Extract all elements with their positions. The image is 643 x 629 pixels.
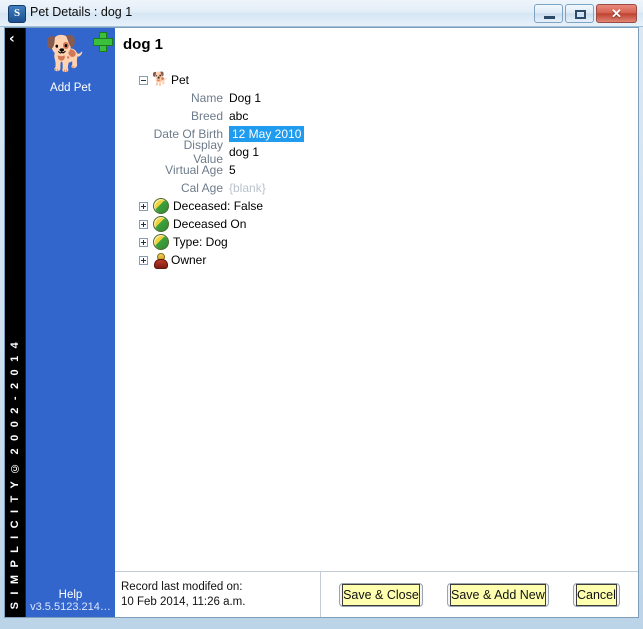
expand-expander-icon[interactable] [139,201,148,211]
tree-node-label: Owner [171,253,207,267]
save-close-button-wrap[interactable]: Save & Close [339,582,423,607]
expand-expander-icon[interactable] [139,237,148,247]
pet-details-window: S Pet Details : dog 1 ✕ ‹ S I M P L I C … [0,0,643,629]
action-button-bar: Save & Close Save & Add New Cancel [321,582,638,607]
modified-label: Record last modifed on: [121,580,243,593]
window-title: Pet Details : dog 1 [30,5,133,19]
maximize-button[interactable] [565,4,594,23]
person-node-icon [153,253,168,269]
cancel-button[interactable]: Cancel [575,583,617,606]
record-modified-info: Record last modifed on: 10 Feb 2014, 11:… [115,572,321,617]
footer-bar: Record last modifed on: 10 Feb 2014, 11:… [115,571,638,617]
field-row[interactable]: Cal Age {blank} [115,179,638,197]
tree-node-type[interactable]: Type: Dog [115,233,638,251]
collapse-expander-icon[interactable] [139,75,148,85]
maximize-icon [575,10,586,19]
plus-badge-icon [92,32,113,52]
field-label: Breed [190,109,223,123]
dog-icon: 🐕 [44,34,87,74]
tree-node-owner[interactable]: Owner [115,251,638,269]
field-label: Name [190,91,223,105]
expand-expander-icon[interactable] [139,219,148,229]
add-pet-button[interactable]: 🐕 Add Pet [26,32,115,94]
sidebar-footer: Help v3.5.5123.214… [26,589,115,613]
sphere-node-icon [153,234,169,250]
client-area: ‹ S I M P L I C I T Y © 2 0 0 2 - 2 0 1 … [4,27,639,618]
sidebar-rail: ‹ S I M P L I C I T Y © 2 0 0 2 - 2 0 1 … [5,28,26,617]
field-label: Virtual Age [165,163,223,177]
help-link[interactable]: Help [26,589,115,601]
sphere-node-icon [153,216,169,232]
save-close-button[interactable]: Save & Close [342,583,420,606]
field-value[interactable]: abc [229,109,248,123]
field-value-blank[interactable]: {blank} [229,181,266,195]
tree-child-nodes: Deceased: False Deceased On Type: Dog Ow… [115,197,638,269]
field-label: Display Value [183,138,223,166]
modified-value: 10 Feb 2014, 11:26 a.m. [121,595,246,608]
close-button[interactable]: ✕ [596,4,637,23]
tree-node-label: Deceased On [173,217,247,231]
branding-vertical-text: S I M P L I C I T Y © 2 0 0 2 - 2 0 1 4 [9,339,21,609]
field-value-selected[interactable]: 12 May 2010 [229,126,305,142]
add-pet-label: Add Pet [50,82,91,94]
pet-tree: 🐕 Pet Name Dog 1 Breed abc Date Of Birth [115,53,638,571]
title-bar: S Pet Details : dog 1 ✕ [0,0,643,27]
dog-node-icon: 🐕 [152,72,169,87]
close-icon: ✕ [611,6,622,21]
window-controls: ✕ [534,4,637,24]
field-value[interactable]: Dog 1 [229,91,261,105]
field-row[interactable]: Display Value dog 1 [115,138,638,166]
field-value[interactable]: 5 [229,163,236,177]
tree-node-deceased-on[interactable]: Deceased On [115,215,638,233]
field-row[interactable]: Name Dog 1 [115,89,638,107]
tree-root-pet[interactable]: 🐕 Pet [115,71,638,89]
tree-node-label: Type: Dog [173,235,228,249]
save-add-new-button[interactable]: Save & Add New [449,583,546,606]
save-add-new-button-wrap[interactable]: Save & Add New [446,582,549,607]
tree-node-label: Deceased: False [173,199,264,213]
field-label: Cal Age [180,181,223,195]
sphere-node-icon [153,198,169,214]
version-label: v3.5.5123.214… [30,601,111,613]
minimize-button[interactable] [534,4,563,23]
sidebar: 🐕 Add Pet Help v3.5.5123.214… [26,28,115,617]
person-body-icon [154,259,168,269]
field-value[interactable]: dog 1 [229,145,259,159]
field-row[interactable]: Breed abc [115,107,638,125]
tree-root-label: Pet [171,73,190,87]
tree-node-deceased[interactable]: Deceased: False [115,197,638,215]
tree-fields: Name Dog 1 Breed abc Date Of Birth 12 Ma… [115,89,638,197]
expand-expander-icon[interactable] [139,255,148,265]
main-panel: dog 1 🐕 Pet Name Dog 1 Breed abc Date Of… [115,28,638,617]
collapse-sidebar-icon[interactable]: ‹ [9,32,15,46]
minimize-icon [544,16,555,19]
app-logo-icon: S [8,5,26,23]
page-title: dog 1 [123,36,163,53]
field-row[interactable]: Virtual Age 5 [115,161,638,179]
cancel-button-wrap[interactable]: Cancel [572,582,620,607]
add-pet-icon-wrap: 🐕 [44,32,113,76]
